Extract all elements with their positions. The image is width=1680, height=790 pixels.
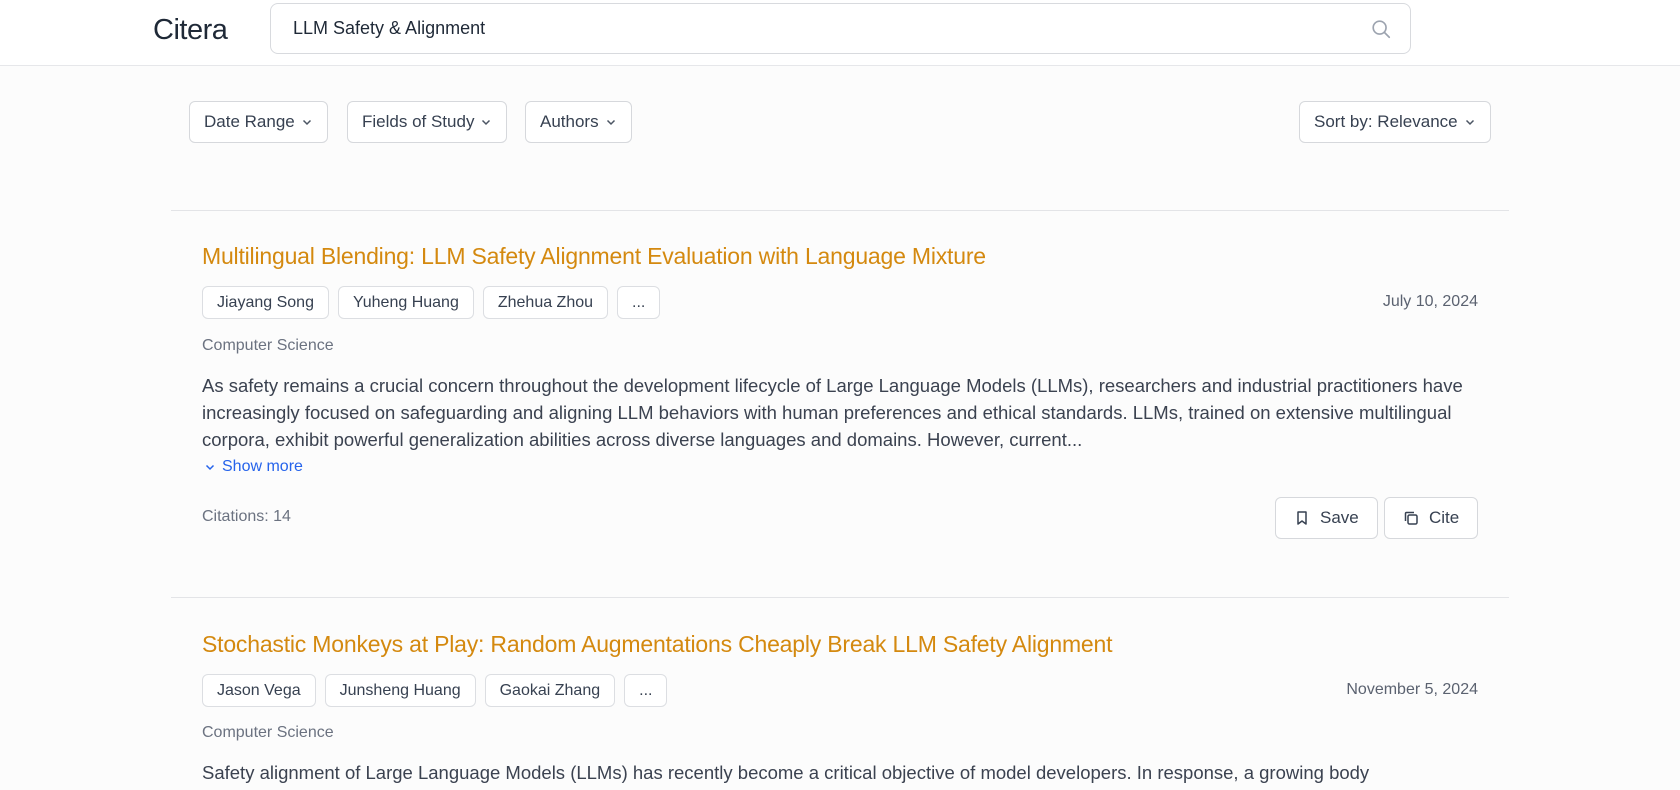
app-logo[interactable]: Citera [153,10,228,50]
field-of-study: Computer Science [202,337,334,354]
publication-date: July 10, 2024 [1382,293,1478,310]
sort-label: Sort by: Relevance [1314,112,1458,131]
divider [171,210,1509,211]
show-more-label: Show more [222,458,303,475]
more-authors-button[interactable]: ... [624,674,668,707]
author-chip[interactable]: Gaokai Zhang [484,674,616,707]
citation-count: Citations: 14 [202,508,291,525]
chevron-down-icon [302,119,311,126]
paper-title[interactable]: Multilingual Blending: LLM Safety Alignm… [202,243,986,270]
show-more-button[interactable]: Show more [204,458,303,476]
more-authors-button[interactable]: ... [617,286,661,319]
save-button[interactable]: Save [1275,497,1378,539]
cite-button[interactable]: Cite [1384,497,1479,539]
divider [171,597,1509,598]
date-range-filter[interactable]: Date Range [189,101,328,143]
top-bar: Citera LLM Safety & Alignment [0,0,1680,66]
fields-of-study-label: Fields of Study [362,112,475,131]
author-list: Jiayang Song Yuheng Huang Zhehua Zhou ..… [202,286,661,319]
author-chip[interactable]: Zhehua Zhou [482,286,609,319]
author-chip[interactable]: Jiayang Song [202,286,329,319]
authors-filter[interactable]: Authors [525,101,632,143]
copy-icon [1404,511,1418,525]
field-of-study: Computer Science [202,724,334,741]
cite-label: Cite [1429,508,1460,527]
chevron-down-icon [482,119,491,126]
search-input[interactable]: LLM Safety & Alignment [293,4,485,53]
date-range-label: Date Range [204,112,295,131]
fields-of-study-filter[interactable]: Fields of Study [347,101,508,143]
author-chip[interactable]: Jason Vega [202,674,316,707]
chevron-down-icon [606,119,615,126]
sort-dropdown[interactable]: Sort by: Relevance [1299,101,1491,143]
authors-label: Authors [540,112,599,131]
author-list: Jason Vega Junsheng Huang Gaokai Zhang .… [202,674,668,707]
abstract: Safety alignment of Large Language Model… [202,762,1370,783]
abstract: As safety remains a crucial concern thro… [202,375,1463,450]
publication-date: November 5, 2024 [1346,681,1478,698]
author-chip[interactable]: Junsheng Huang [324,674,476,707]
paper-title[interactable]: Stochastic Monkeys at Play: Random Augme… [202,631,1112,658]
search-icon[interactable] [1370,18,1392,40]
search-bar[interactable]: LLM Safety & Alignment [270,3,1411,54]
chevron-down-icon [1465,119,1474,126]
author-chip[interactable]: Yuheng Huang [337,286,474,319]
chevron-down-icon [205,464,215,471]
bookmark-icon [1297,511,1307,525]
save-label: Save [1320,508,1359,527]
